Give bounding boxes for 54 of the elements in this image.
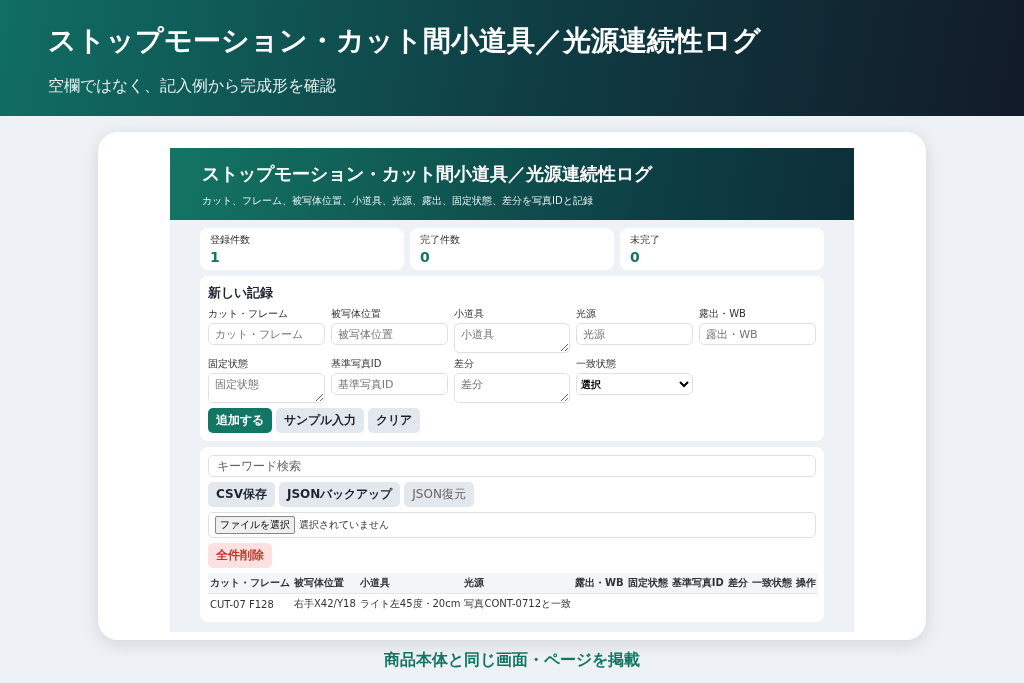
delete-all-button[interactable]: 全件削除 xyxy=(208,543,272,568)
app-title: ストップモーション・カット間小道具／光源連続性ログ xyxy=(202,162,654,186)
input-field[interactable]: カット・フレーム xyxy=(208,323,325,345)
stat-value: 0 xyxy=(420,249,431,265)
table-cell: ライト左45度・20cm xyxy=(357,593,463,614)
field-label: 被写体位置 xyxy=(330,307,382,321)
stat-label: 完了件数 xyxy=(420,233,461,247)
column-header: 差分 xyxy=(725,573,750,594)
field-label: カット・フレーム xyxy=(208,307,289,321)
caption: 商品本体と同じ画面・ページを掲載 xyxy=(384,650,640,671)
status-select[interactable]: 選択 xyxy=(576,373,694,395)
stat-label: 登録件数 xyxy=(210,233,251,247)
page-title: ストップモーション・カット間小道具／光源連続性ログ xyxy=(48,23,762,59)
file-status: 選択されていません xyxy=(299,518,389,532)
input-field[interactable]: 光源 xyxy=(576,323,694,345)
export-button[interactable]: JSON復元 xyxy=(404,482,474,507)
text-area[interactable]: 差分 xyxy=(453,373,571,403)
export-button[interactable]: CSV保存 xyxy=(208,482,275,507)
export-button[interactable]: JSONバックアップ xyxy=(278,482,401,507)
input-field[interactable]: 基準写真ID xyxy=(330,373,448,395)
form-button[interactable]: 追加する xyxy=(208,408,272,433)
column-header: 固定状態 xyxy=(625,573,670,594)
field-label: 小道具 xyxy=(453,307,485,321)
page-subtitle: 空欄ではなく、記入例から完成形を確認 xyxy=(48,76,337,97)
search-field[interactable]: キーワード検索 xyxy=(208,455,816,477)
field-label: 差分 xyxy=(453,357,475,371)
file-button[interactable]: ファイルを選択 xyxy=(215,516,295,534)
column-header: 小道具 xyxy=(357,573,463,594)
column-header: 露出・WB xyxy=(573,573,626,594)
field-label: 光源 xyxy=(576,307,598,321)
text-area[interactable]: 小道具 xyxy=(453,323,571,353)
table-cell: 写真CONT-0712と一致 xyxy=(462,593,574,614)
stat-value: 1 xyxy=(210,249,221,265)
input-field[interactable]: 被写体位置 xyxy=(330,323,448,345)
table-cell: 右手X42/Y18 xyxy=(292,593,358,614)
form-button[interactable]: サンプル入力 xyxy=(276,408,364,433)
field-label: 一致状態 xyxy=(576,357,618,371)
stat-label: 未完了 xyxy=(630,233,661,247)
form-title: 新しい記録 xyxy=(208,284,274,302)
input-field[interactable]: 露出・WB xyxy=(699,323,816,345)
stat-value: 0 xyxy=(630,249,641,265)
app-subtitle: カット、フレーム、被写体位置、小道具、光源、露出、固定状態、差分を写真IDと記録 xyxy=(202,194,594,208)
column-header: 被写体位置 xyxy=(292,573,358,594)
column-header: 操作 xyxy=(793,573,818,594)
field-label: 露出・WB xyxy=(699,307,747,321)
column-header: カット・フレーム xyxy=(208,573,292,594)
field-label: 基準写真ID xyxy=(330,357,383,371)
column-header: 光源 xyxy=(462,573,574,594)
field-label: 固定状態 xyxy=(208,357,249,371)
form-button[interactable]: クリア xyxy=(368,408,420,433)
table-cell: CUT-07 F128 xyxy=(208,593,292,614)
text-area[interactable]: 固定状態 xyxy=(208,373,325,403)
column-header: 一致状態 xyxy=(749,573,794,594)
column-header: 基準写真ID xyxy=(669,573,726,594)
